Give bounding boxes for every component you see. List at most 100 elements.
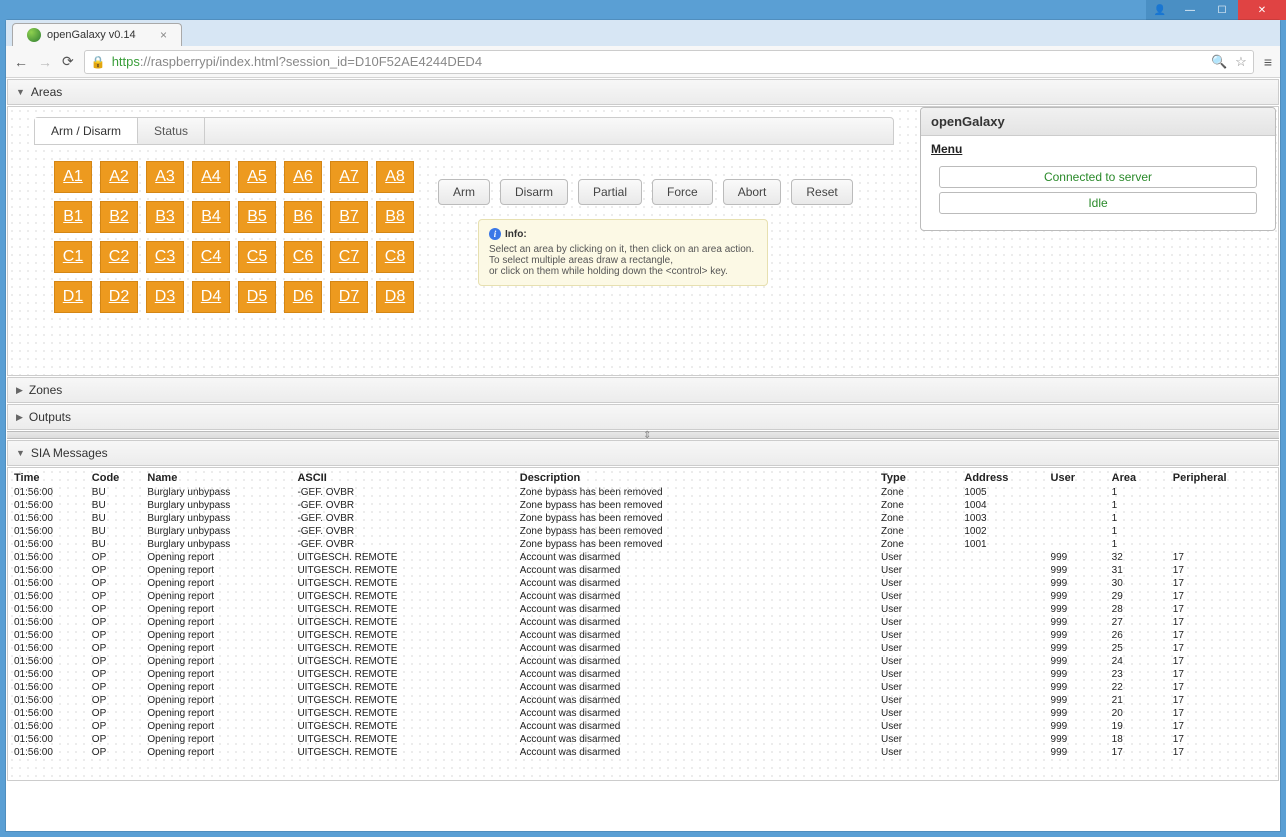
cell-user <box>1045 525 1106 538</box>
cell-type: User <box>875 668 958 681</box>
accordion-sia[interactable]: ▼ SIA Messages <box>7 440 1279 466</box>
cell-ascii: UITGESCH. REMOTE <box>291 590 513 603</box>
cell-user: 999 <box>1045 733 1106 746</box>
bookmark-icon[interactable]: ☆ <box>1235 54 1247 70</box>
cell-code: BU <box>86 486 142 499</box>
area-cell-b3[interactable]: B3 <box>146 201 184 233</box>
area-cell-c4[interactable]: C4 <box>192 241 230 273</box>
area-cell-b2[interactable]: B2 <box>100 201 138 233</box>
table-row[interactable]: 01:56:00BUBurglary unbypass-GEF. OVBRZon… <box>8 499 1278 512</box>
area-cell-a5[interactable]: A5 <box>238 161 276 193</box>
area-cell-d3[interactable]: D3 <box>146 281 184 313</box>
area-cell-b6[interactable]: B6 <box>284 201 322 233</box>
area-cell-c5[interactable]: C5 <box>238 241 276 273</box>
accordion-zones[interactable]: ▶ Zones <box>7 377 1279 403</box>
menu-icon[interactable]: ≡ <box>1264 54 1272 70</box>
table-row[interactable]: 01:56:00BUBurglary unbypass-GEF. OVBRZon… <box>8 538 1278 551</box>
cell-code: OP <box>86 577 142 590</box>
cell-name: Opening report <box>141 577 291 590</box>
sia-scroll[interactable]: Time Code Name ASCII Description Type Ad… <box>8 468 1278 780</box>
disarm-button[interactable]: Disarm <box>500 179 568 205</box>
area-cell-c2[interactable]: C2 <box>100 241 138 273</box>
zoom-icon[interactable]: 🔍 <box>1211 54 1227 70</box>
table-row[interactable]: 01:56:00OPOpening reportUITGESCH. REMOTE… <box>8 577 1278 590</box>
area-cell-c7[interactable]: C7 <box>330 241 368 273</box>
cell-peri: 17 <box>1167 746 1278 759</box>
area-cell-c3[interactable]: C3 <box>146 241 184 273</box>
table-row[interactable]: 01:56:00OPOpening reportUITGESCH. REMOTE… <box>8 655 1278 668</box>
table-row[interactable]: 01:56:00OPOpening reportUITGESCH. REMOTE… <box>8 642 1278 655</box>
table-row[interactable]: 01:56:00OPOpening reportUITGESCH. REMOTE… <box>8 694 1278 707</box>
table-row[interactable]: 01:56:00OPOpening reportUITGESCH. REMOTE… <box>8 603 1278 616</box>
maximize-button[interactable]: ☐ <box>1206 0 1238 20</box>
minimize-button[interactable]: — <box>1174 0 1206 20</box>
arm-button[interactable]: Arm <box>438 179 490 205</box>
cell-addr <box>958 616 1044 629</box>
table-row[interactable]: 01:56:00OPOpening reportUITGESCH. REMOTE… <box>8 590 1278 603</box>
area-cell-a8[interactable]: A8 <box>376 161 414 193</box>
info-line: Select an area by clicking on it, then c… <box>489 244 757 255</box>
accordion-areas[interactable]: ▼ Areas <box>7 79 1279 105</box>
area-cell-a7[interactable]: A7 <box>330 161 368 193</box>
cell-area: 32 <box>1106 551 1167 564</box>
user-icon[interactable]: 👤 <box>1146 0 1174 20</box>
reload-button[interactable]: ⟳ <box>62 53 74 70</box>
area-cell-a1[interactable]: A1 <box>54 161 92 193</box>
table-row[interactable]: 01:56:00OPOpening reportUITGESCH. REMOTE… <box>8 720 1278 733</box>
table-row[interactable]: 01:56:00OPOpening reportUITGESCH. REMOTE… <box>8 681 1278 694</box>
area-cell-c8[interactable]: C8 <box>376 241 414 273</box>
area-cell-d8[interactable]: D8 <box>376 281 414 313</box>
area-cell-a4[interactable]: A4 <box>192 161 230 193</box>
table-row[interactable]: 01:56:00BUBurglary unbypass-GEF. OVBRZon… <box>8 525 1278 538</box>
force-button[interactable]: Force <box>652 179 713 205</box>
area-cell-d2[interactable]: D2 <box>100 281 138 313</box>
area-cell-a6[interactable]: A6 <box>284 161 322 193</box>
accordion-outputs[interactable]: ▶ Outputs <box>7 404 1279 430</box>
area-cell-b7[interactable]: B7 <box>330 201 368 233</box>
forward-button[interactable]: → <box>38 54 52 70</box>
area-cell-b1[interactable]: B1 <box>54 201 92 233</box>
splitter-handle[interactable] <box>7 431 1279 439</box>
cell-type: Zone <box>875 512 958 525</box>
table-row[interactable]: 01:56:00BUBurglary unbypass-GEF. OVBRZon… <box>8 486 1278 499</box>
tab-close-icon[interactable]: × <box>160 28 167 42</box>
menu-link[interactable]: Menu <box>931 142 1265 156</box>
table-row[interactable]: 01:56:00OPOpening reportUITGESCH. REMOTE… <box>8 551 1278 564</box>
abort-button[interactable]: Abort <box>723 179 782 205</box>
cell-time: 01:56:00 <box>8 512 86 525</box>
cell-time: 01:56:00 <box>8 603 86 616</box>
table-row[interactable]: 01:56:00OPOpening reportUITGESCH. REMOTE… <box>8 616 1278 629</box>
area-cell-d5[interactable]: D5 <box>238 281 276 313</box>
back-button[interactable]: ← <box>14 54 28 70</box>
table-row[interactable]: 01:56:00OPOpening reportUITGESCH. REMOTE… <box>8 629 1278 642</box>
tab-status[interactable]: Status <box>138 118 205 144</box>
table-row[interactable]: 01:56:00OPOpening reportUITGESCH. REMOTE… <box>8 733 1278 746</box>
cell-ascii: UITGESCH. REMOTE <box>291 603 513 616</box>
col-area: Area <box>1106 468 1167 486</box>
area-cell-d1[interactable]: D1 <box>54 281 92 313</box>
window-close-button[interactable]: ✕ <box>1238 0 1286 20</box>
area-cell-d7[interactable]: D7 <box>330 281 368 313</box>
area-cell-c1[interactable]: C1 <box>54 241 92 273</box>
table-row[interactable]: 01:56:00OPOpening reportUITGESCH. REMOTE… <box>8 668 1278 681</box>
chevron-down-icon: ▼ <box>16 87 25 97</box>
reset-button[interactable]: Reset <box>791 179 852 205</box>
area-cell-d4[interactable]: D4 <box>192 281 230 313</box>
table-row[interactable]: 01:56:00OPOpening reportUITGESCH. REMOTE… <box>8 746 1278 759</box>
partial-button[interactable]: Partial <box>578 179 642 205</box>
area-cell-b5[interactable]: B5 <box>238 201 276 233</box>
area-cell-c6[interactable]: C6 <box>284 241 322 273</box>
table-row[interactable]: 01:56:00BUBurglary unbypass-GEF. OVBRZon… <box>8 512 1278 525</box>
tab-arm-disarm[interactable]: Arm / Disarm <box>35 118 138 144</box>
area-cell-a2[interactable]: A2 <box>100 161 138 193</box>
area-cell-a3[interactable]: A3 <box>146 161 184 193</box>
area-cell-d6[interactable]: D6 <box>284 281 322 313</box>
area-cell-b8[interactable]: B8 <box>376 201 414 233</box>
address-bar[interactable]: 🔒 https://raspberrypi/index.html?session… <box>84 50 1254 74</box>
table-row[interactable]: 01:56:00OPOpening reportUITGESCH. REMOTE… <box>8 564 1278 577</box>
cell-code: OP <box>86 694 142 707</box>
table-row[interactable]: 01:56:00OPOpening reportUITGESCH. REMOTE… <box>8 707 1278 720</box>
browser-tab[interactable]: openGalaxy v0.14 × <box>12 23 182 46</box>
cell-type: User <box>875 629 958 642</box>
area-cell-b4[interactable]: B4 <box>192 201 230 233</box>
